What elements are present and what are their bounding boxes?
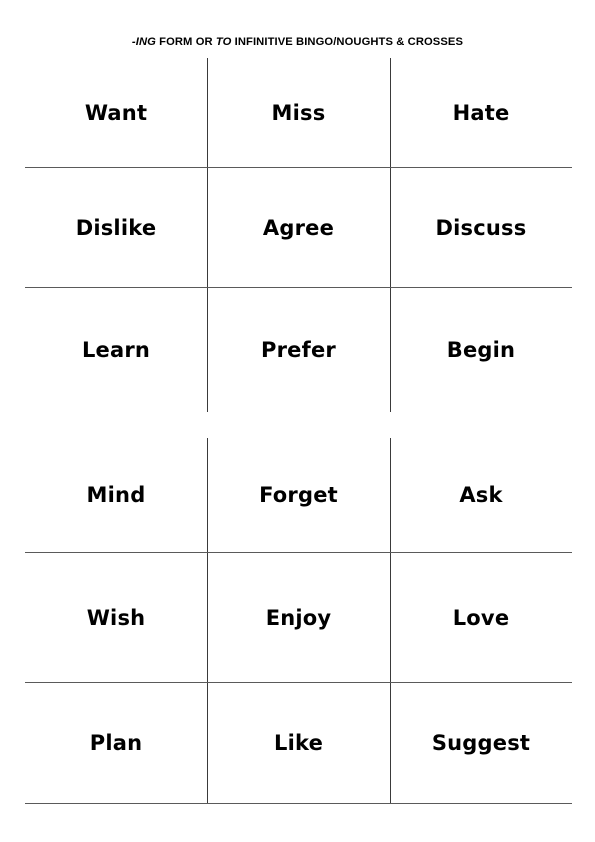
table-row: Mind Forget Ask — [25, 438, 572, 552]
bingo-grid: Want Miss Hate Dislike Agree Discuss Lea… — [25, 58, 572, 804]
table-row: Want Miss Hate — [25, 58, 572, 167]
bingo-cell[interactable]: Like — [207, 683, 390, 803]
bingo-cell[interactable]: Miss — [207, 58, 390, 167]
table-row: Learn Prefer Begin — [25, 288, 572, 412]
bingo-cell[interactable]: Hate — [390, 58, 572, 167]
bingo-cell[interactable]: Discuss — [390, 168, 572, 287]
bingo-cell[interactable]: Agree — [207, 168, 390, 287]
page-title-part-to: TO — [215, 36, 232, 48]
table-row: Plan Like Suggest — [25, 683, 572, 803]
table-row: Dislike Agree Discuss — [25, 168, 572, 287]
bingo-cell[interactable]: Forget — [207, 438, 390, 552]
table-row: Wish Enjoy Love — [25, 553, 572, 682]
bingo-cell[interactable]: Love — [390, 553, 572, 682]
bingo-cell[interactable]: Suggest — [390, 683, 572, 803]
bingo-cell[interactable]: Enjoy — [207, 553, 390, 682]
bingo-cell[interactable]: Dislike — [25, 168, 207, 287]
bingo-cell[interactable]: Begin — [390, 288, 572, 412]
page-title-part-ing: -ING — [131, 36, 156, 48]
page-title-part-infinitive: INFINITIVE BINGO/NOUGHTS & CROSSES — [231, 36, 464, 48]
bingo-cell[interactable]: Want — [25, 58, 207, 167]
page-title-part-form-or: FORM OR — [155, 36, 216, 48]
bingo-cell[interactable]: Ask — [390, 438, 572, 552]
bingo-cell[interactable]: Wish — [25, 553, 207, 682]
worksheet-page: -ING FORM OR TO INFINITIVE BINGO/NOUGHTS… — [0, 0, 595, 842]
bingo-cell[interactable]: Plan — [25, 683, 207, 803]
bingo-cell[interactable]: Learn — [25, 288, 207, 412]
bingo-cell[interactable]: Prefer — [207, 288, 390, 412]
grid-horizontal-line — [25, 803, 572, 804]
bingo-cell[interactable]: Mind — [25, 438, 207, 552]
page-title: -ING FORM OR TO INFINITIVE BINGO/NOUGHTS… — [0, 36, 595, 48]
